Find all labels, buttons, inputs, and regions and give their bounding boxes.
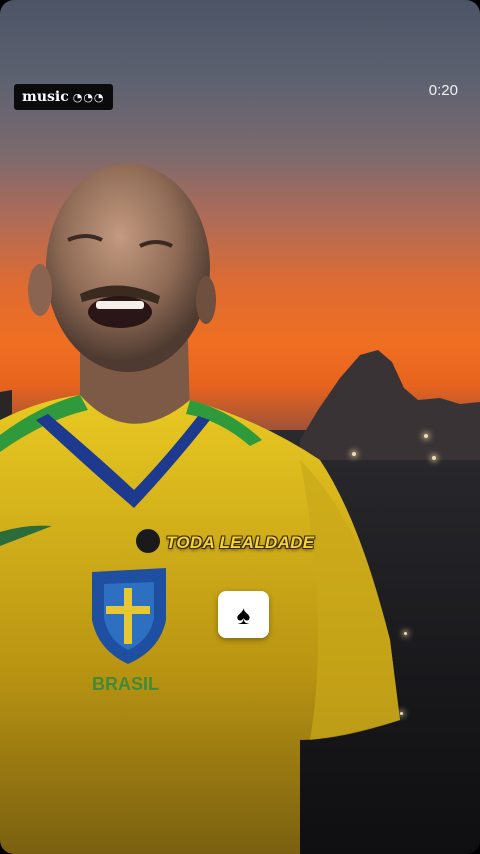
video-player[interactable]: BRASIL music ◔◔◔ 0:20 TODA LEALDADE ♠ bbox=[0, 0, 480, 854]
lyric-caption: TODA LEALDADE bbox=[166, 533, 315, 552]
spade-icon: ♠ bbox=[236, 599, 251, 630]
music-badge-label: music bbox=[22, 89, 69, 105]
elapsed-time: 0:20 bbox=[428, 82, 458, 99]
shirt-text: BRASIL bbox=[92, 674, 159, 694]
music-badge-dots: ◔◔◔ bbox=[72, 90, 105, 104]
music-badge[interactable]: music ◔◔◔ bbox=[14, 84, 113, 110]
person-singing: BRASIL bbox=[0, 164, 400, 854]
spade-button[interactable]: ♠ bbox=[218, 591, 269, 638]
